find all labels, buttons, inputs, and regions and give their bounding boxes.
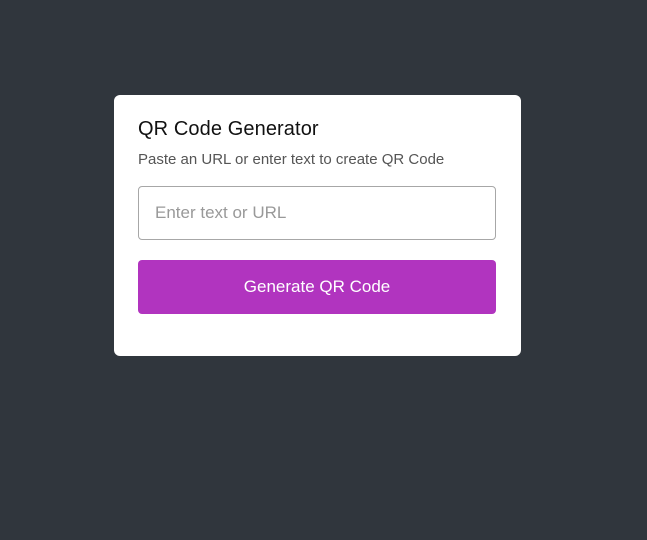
- text-or-url-input[interactable]: [155, 203, 479, 223]
- generate-qr-button[interactable]: Generate QR Code: [138, 260, 496, 314]
- card-title: QR Code Generator: [138, 118, 319, 140]
- text-input-container: [138, 186, 496, 240]
- qr-generator-card: QR Code Generator Paste an URL or enter …: [114, 95, 521, 356]
- card-subtitle: Paste an URL or enter text to create QR …: [138, 151, 445, 168]
